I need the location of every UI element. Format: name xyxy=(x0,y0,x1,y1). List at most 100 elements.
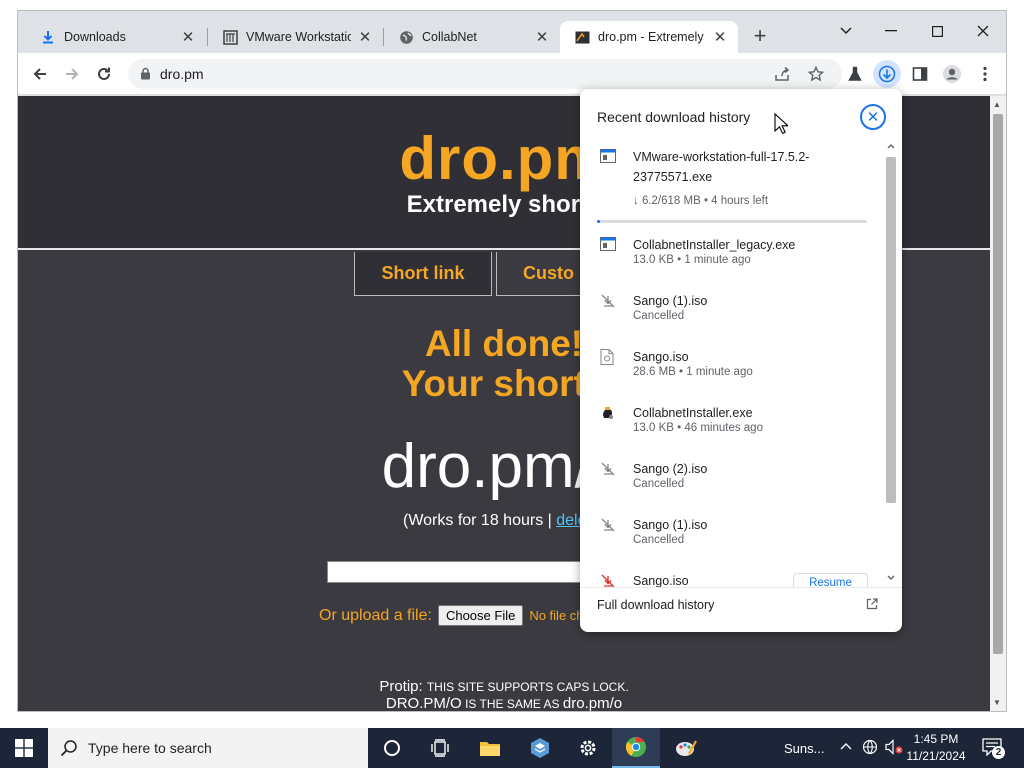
protip-line-2: DRO.PM/O IS THE SAME AS dro.pm/o xyxy=(18,695,990,711)
choose-file-button[interactable]: Choose File xyxy=(437,605,524,626)
protip-text: THIS SITE SUPPORTS CAPS LOCK. xyxy=(426,680,629,694)
resume-button[interactable]: Resume xyxy=(793,573,868,587)
expiry-text: (Works for 18 hours | xyxy=(403,512,557,529)
globe-icon xyxy=(398,29,414,45)
exe-file-icon xyxy=(600,237,616,253)
tab-close-icon[interactable]: ✕ xyxy=(357,29,373,46)
cancelled-download-icon xyxy=(600,293,616,309)
notifications-button[interactable]: 2 xyxy=(982,738,1005,759)
windows-logo-icon xyxy=(15,739,33,757)
download-item[interactable]: Sango (1).iso Cancelled xyxy=(580,515,884,555)
system-clock[interactable]: 1:45 PM 11/21/2024 xyxy=(905,731,967,765)
tab-title: VMware Workstation xyxy=(246,30,351,44)
forward-button[interactable] xyxy=(58,60,86,88)
tab-close-icon[interactable]: ✕ xyxy=(180,29,196,46)
tab-close-icon[interactable]: ✕ xyxy=(712,29,728,46)
menu-kebab-icon[interactable] xyxy=(971,60,999,88)
page-scrollbar-thumb[interactable] xyxy=(993,114,1003,654)
scroll-down-arrow-icon[interactable] xyxy=(887,575,895,581)
labs-flask-icon[interactable] xyxy=(841,60,869,88)
exe-file-icon xyxy=(600,149,616,165)
close-panel-button[interactable]: ✕ xyxy=(860,104,886,130)
download-filename: Sango (1).iso xyxy=(633,294,708,308)
page-scrollbar[interactable]: ▲ ▼ xyxy=(990,96,1006,711)
mouse-cursor-icon xyxy=(774,113,788,135)
scroll-up-arrow-icon[interactable]: ▲ xyxy=(993,100,1001,109)
download-item[interactable]: Sango (2).iso Cancelled xyxy=(580,459,884,499)
clock-time: 1:45 PM xyxy=(913,732,959,746)
file-icon xyxy=(600,349,616,365)
tab-close-icon[interactable]: ✕ xyxy=(534,29,550,46)
tab-dro-pm[interactable]: dro.pm - Extremely S ✕ xyxy=(560,21,738,53)
tab-vmware[interactable]: VMware Workstation ✕ xyxy=(208,21,383,53)
expiry-note: (Works for 18 hours | dele xyxy=(403,512,587,530)
file-explorer-icon[interactable] xyxy=(466,728,514,768)
minimize-button[interactable] xyxy=(868,17,914,45)
tab-downloads[interactable]: Downloads ✕ xyxy=(26,21,206,53)
download-item[interactable]: Sango.iso 28.6 MB • 1 minute ago xyxy=(580,347,884,387)
side-panel-icon[interactable] xyxy=(906,60,934,88)
windows-taskbar: Type here to search Suns... 1:45 PM 11/2… xyxy=(0,728,1024,768)
address-bar[interactable]: dro.pm xyxy=(128,59,842,89)
download-item[interactable]: CollabnetInstaller.exe 13.0 KB • 46 minu… xyxy=(580,403,884,443)
profile-avatar-icon[interactable] xyxy=(938,60,966,88)
lock-icon[interactable] xyxy=(140,67,151,85)
download-filename: Sango (2).iso xyxy=(633,462,708,476)
network-globe-icon[interactable] xyxy=(862,739,878,755)
task-view-icon[interactable] xyxy=(416,728,464,768)
bookmark-star-icon[interactable] xyxy=(806,64,826,84)
settings-gear-icon[interactable] xyxy=(564,728,612,768)
download-filename: Sango (1).iso xyxy=(633,518,708,532)
nav-short-link[interactable]: Short link xyxy=(354,252,492,296)
download-list: VMware-workstation-full-17.5.2-23775571.… xyxy=(580,139,884,587)
taskbar-search-box[interactable]: Type here to search xyxy=(48,728,368,768)
tab-title: dro.pm - Extremely S xyxy=(598,30,706,44)
download-progress-fill xyxy=(597,220,600,223)
desktop: Downloads ✕ VMware Workstation ✕ CollabN… xyxy=(0,0,1024,768)
show-hidden-icons-chevron-icon[interactable] xyxy=(840,742,852,750)
upload-label: Or upload a file: xyxy=(319,606,432,624)
download-list-scroll-thumb[interactable] xyxy=(886,157,896,503)
protip-same-as: IS THE SAME AS xyxy=(461,697,563,711)
download-filename: VMware-workstation-full-17.5.2-23775571.… xyxy=(633,150,810,184)
scroll-up-arrow-icon[interactable] xyxy=(887,143,895,149)
vmware-icon xyxy=(222,29,238,45)
download-item[interactable]: Sango.iso Resume xyxy=(580,571,884,587)
paint-app-icon[interactable] xyxy=(662,728,710,768)
cancelled-download-icon xyxy=(600,573,616,587)
download-list-scrollbar[interactable] xyxy=(885,139,897,587)
download-item[interactable]: VMware-workstation-full-17.5.2-23775571.… xyxy=(580,147,884,227)
weather-widget[interactable]: Suns... xyxy=(784,741,824,756)
upload-row: Or upload a file: Choose File No file ch xyxy=(319,605,584,626)
cancelled-download-icon xyxy=(600,461,616,477)
back-button[interactable] xyxy=(26,60,54,88)
installer-icon xyxy=(600,405,616,421)
virtualbox-icon[interactable] xyxy=(516,728,564,768)
volume-muted-icon[interactable] xyxy=(885,739,903,755)
start-button[interactable] xyxy=(0,728,48,768)
open-in-new-icon[interactable] xyxy=(866,597,878,615)
download-icon xyxy=(40,29,56,45)
maximize-button[interactable] xyxy=(914,17,960,45)
share-icon[interactable] xyxy=(772,64,792,84)
download-status: 28.6 MB • 1 minute ago xyxy=(633,366,753,378)
full-download-history-link[interactable]: Full download history xyxy=(597,598,714,612)
downloads-toolbar-button[interactable] xyxy=(873,60,901,88)
chrome-browser-icon[interactable] xyxy=(612,728,660,768)
task-view-cortana-icon[interactable] xyxy=(368,728,416,768)
new-tab-button[interactable]: + xyxy=(748,25,772,49)
tab-collabnet[interactable]: CollabNet ✕ xyxy=(384,21,560,53)
scroll-down-arrow-icon[interactable]: ▼ xyxy=(993,698,1001,707)
cancelled-download-icon xyxy=(600,517,616,533)
tab-search-chevron-icon[interactable] xyxy=(823,17,869,45)
download-filename: CollabnetInstaller.exe xyxy=(633,406,753,420)
download-filename: Sango.iso xyxy=(633,350,689,364)
download-status: Cancelled xyxy=(633,534,685,546)
close-window-button[interactable] xyxy=(960,17,1006,45)
download-item[interactable]: CollabnetInstaller_legacy.exe 13.0 KB • … xyxy=(580,235,884,275)
download-item[interactable]: Sango (1).iso Cancelled xyxy=(580,291,884,331)
download-status: Cancelled xyxy=(633,478,685,490)
reload-button[interactable] xyxy=(90,60,118,88)
notification-count-badge: 2 xyxy=(992,746,1005,759)
protip-url-lower: dro.pm/o xyxy=(562,695,623,711)
